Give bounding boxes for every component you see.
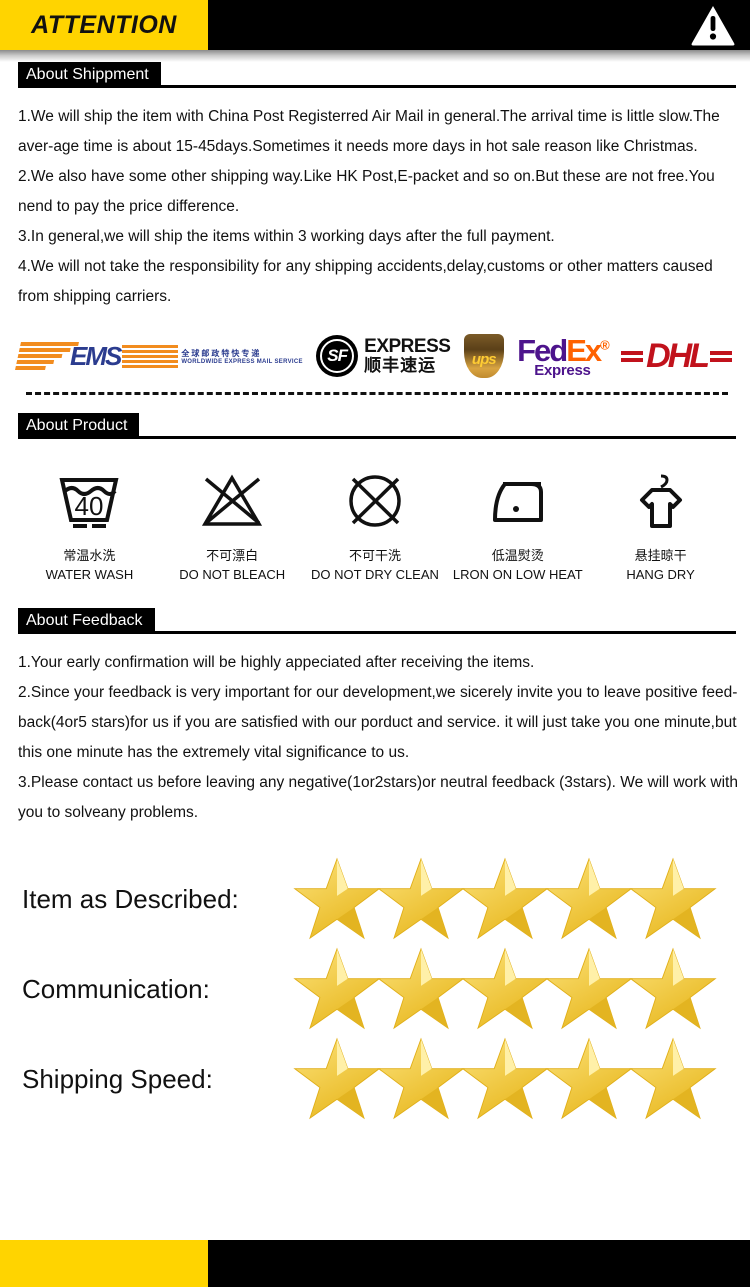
- care-label-cn: 不可漂白: [206, 548, 259, 563]
- section-header-feedback: About Feedback: [18, 608, 736, 634]
- care-label-en: HANG DRY: [626, 567, 695, 582]
- hang-dry-icon: [628, 465, 694, 537]
- star-icon: [629, 947, 717, 1030]
- star-icon: [461, 1037, 549, 1120]
- ratings-block: Item as Described: Communication: Shippi…: [0, 854, 750, 1124]
- star-icon: [545, 947, 633, 1030]
- page-footer: [0, 1240, 750, 1287]
- dashed-divider: [26, 392, 728, 395]
- star-icon: [377, 947, 465, 1030]
- shipment-line-1: 1.We will ship the item with China Post …: [18, 108, 720, 155]
- sf-monogram: SF: [327, 346, 348, 365]
- fedex-subtitle: Express: [534, 361, 591, 379]
- carrier-logo-row: EMS 全球邮政特快专递 WORLDWIDE EXPRESS MAIL SERV…: [15, 328, 732, 384]
- rating-row-item-as-described: Item as Described:: [0, 854, 750, 944]
- ems-tagline: 全球邮政特快专递 WORLDWIDE EXPRESS MAIL SERVICE: [181, 348, 302, 365]
- rating-label: Shipping Speed:: [22, 1063, 213, 1094]
- section-title-product: About Product: [18, 413, 140, 439]
- star-icon: [293, 1037, 381, 1120]
- care-label-cn: 常温水洗: [63, 548, 116, 563]
- attention-banner: ATTENTION: [0, 0, 208, 50]
- star-icon: [461, 857, 549, 940]
- fedex-wordmark: FedEx®: [517, 335, 610, 366]
- sf-label-en: EXPRESS: [364, 336, 451, 358]
- rating-label: Item as Described:: [22, 883, 239, 914]
- feedback-text: 1.Your early confirmation will be highly…: [18, 648, 740, 828]
- section-header-product: About Product: [18, 413, 736, 439]
- care-item: 低温熨烫 LRON ON LOW HEAT: [453, 465, 583, 582]
- dhl-right-bars-icon: [709, 350, 732, 362]
- ems-right-bars-icon: [122, 344, 179, 368]
- section-title-feedback: About Feedback: [18, 608, 155, 634]
- header-shadow: [0, 50, 750, 62]
- star-icon: [629, 1037, 717, 1120]
- shipment-text: 1.We will ship the item with China Post …: [18, 102, 740, 312]
- rating-stars: [292, 856, 717, 942]
- warning-triangle-icon: [691, 6, 735, 46]
- page-header: ATTENTION: [0, 0, 750, 50]
- iron-low-heat-icon: [485, 465, 551, 537]
- ups-shield-icon: ups: [463, 334, 504, 378]
- wash-tub-40-icon: 40: [56, 465, 122, 537]
- star-icon: [545, 1037, 633, 1120]
- ems-tagline-cn: 全球邮政特快专递: [181, 348, 262, 358]
- attention-label: ATTENTION: [31, 10, 177, 39]
- sf-roundel-icon: SF: [316, 335, 359, 377]
- ems-logo: EMS 全球邮政特快专递 WORLDWIDE EXPRESS MAIL SERV…: [15, 341, 303, 372]
- care-label-en: WATER WASH: [45, 567, 134, 582]
- care-item: 40 常温水洗 WATER WASH: [24, 465, 154, 582]
- star-icon: [629, 857, 717, 940]
- feedback-line-3: 3.Please contact us before leaving any n…: [18, 774, 738, 821]
- section-header-shipment: About Shippment: [18, 62, 736, 88]
- rating-row-communication: Communication:: [0, 944, 750, 1034]
- care-label-cn: 低温熨烫: [491, 548, 544, 563]
- care-label-en: LRON ON LOW HEAT: [452, 567, 583, 582]
- feedback-line-1: 1.Your early confirmation will be highly…: [18, 654, 535, 671]
- star-icon: [461, 947, 549, 1030]
- rating-label: Communication:: [22, 973, 210, 1004]
- care-symbol-row: 40 常温水洗 WATER WASH 不可漂白 DO NOT BLEACH 不可…: [18, 465, 732, 582]
- star-icon: [293, 947, 381, 1030]
- care-item: 悬挂晾干 HANG DRY: [596, 465, 726, 582]
- dhl-left-bars-icon: [621, 350, 644, 362]
- svg-text:40: 40: [75, 491, 104, 521]
- rating-row-shipping-speed: Shipping Speed:: [0, 1034, 750, 1124]
- ems-bars-icon: [15, 342, 79, 370]
- sf-text-block: EXPRESS 顺丰速运: [364, 336, 451, 376]
- do-not-dry-clean-icon: [342, 465, 408, 537]
- care-item: 不可干洗 DO NOT DRY CLEAN: [310, 465, 440, 582]
- star-icon: [377, 857, 465, 940]
- sf-express-logo: SF EXPRESS 顺丰速运: [316, 335, 451, 377]
- ups-wordmark: ups: [471, 350, 497, 368]
- care-label-cn: 不可干洗: [348, 548, 401, 563]
- ems-tagline-en: WORLDWIDE EXPRESS MAIL SERVICE: [181, 358, 303, 365]
- footer-black-block: [208, 1240, 750, 1287]
- sf-label-cn: 顺丰速运: [364, 356, 437, 376]
- shipment-line-2: 2.We also have some other shipping way.L…: [18, 168, 715, 215]
- care-label-cn: 悬挂晾干: [634, 548, 687, 563]
- rating-stars: [292, 1036, 717, 1122]
- dhl-logo: DHL: [621, 337, 732, 376]
- care-label-en: DO NOT BLEACH: [179, 567, 286, 582]
- section-title-shipment: About Shippment: [18, 62, 161, 88]
- ups-logo: ups: [463, 334, 504, 378]
- shipment-line-3: 3.In general,we will ship the items with…: [18, 228, 555, 245]
- dhl-wordmark: DHL: [646, 336, 710, 375]
- star-icon: [545, 857, 633, 940]
- feedback-line-2: 2.Since your feedback is very important …: [18, 684, 738, 761]
- rating-stars: [292, 946, 717, 1032]
- shipment-line-4: 4.We will not take the responsibility fo…: [18, 258, 713, 305]
- star-icon: [377, 1037, 465, 1120]
- fedex-registered-icon: ®: [600, 337, 609, 353]
- star-icon: [293, 857, 381, 940]
- do-not-bleach-icon: [199, 465, 265, 537]
- footer-yellow-block: [0, 1240, 208, 1287]
- fedex-logo: FedEx® Express: [517, 335, 610, 379]
- care-item: 不可漂白 DO NOT BLEACH: [167, 465, 297, 582]
- care-label-en: DO NOT DRY CLEAN: [311, 567, 439, 582]
